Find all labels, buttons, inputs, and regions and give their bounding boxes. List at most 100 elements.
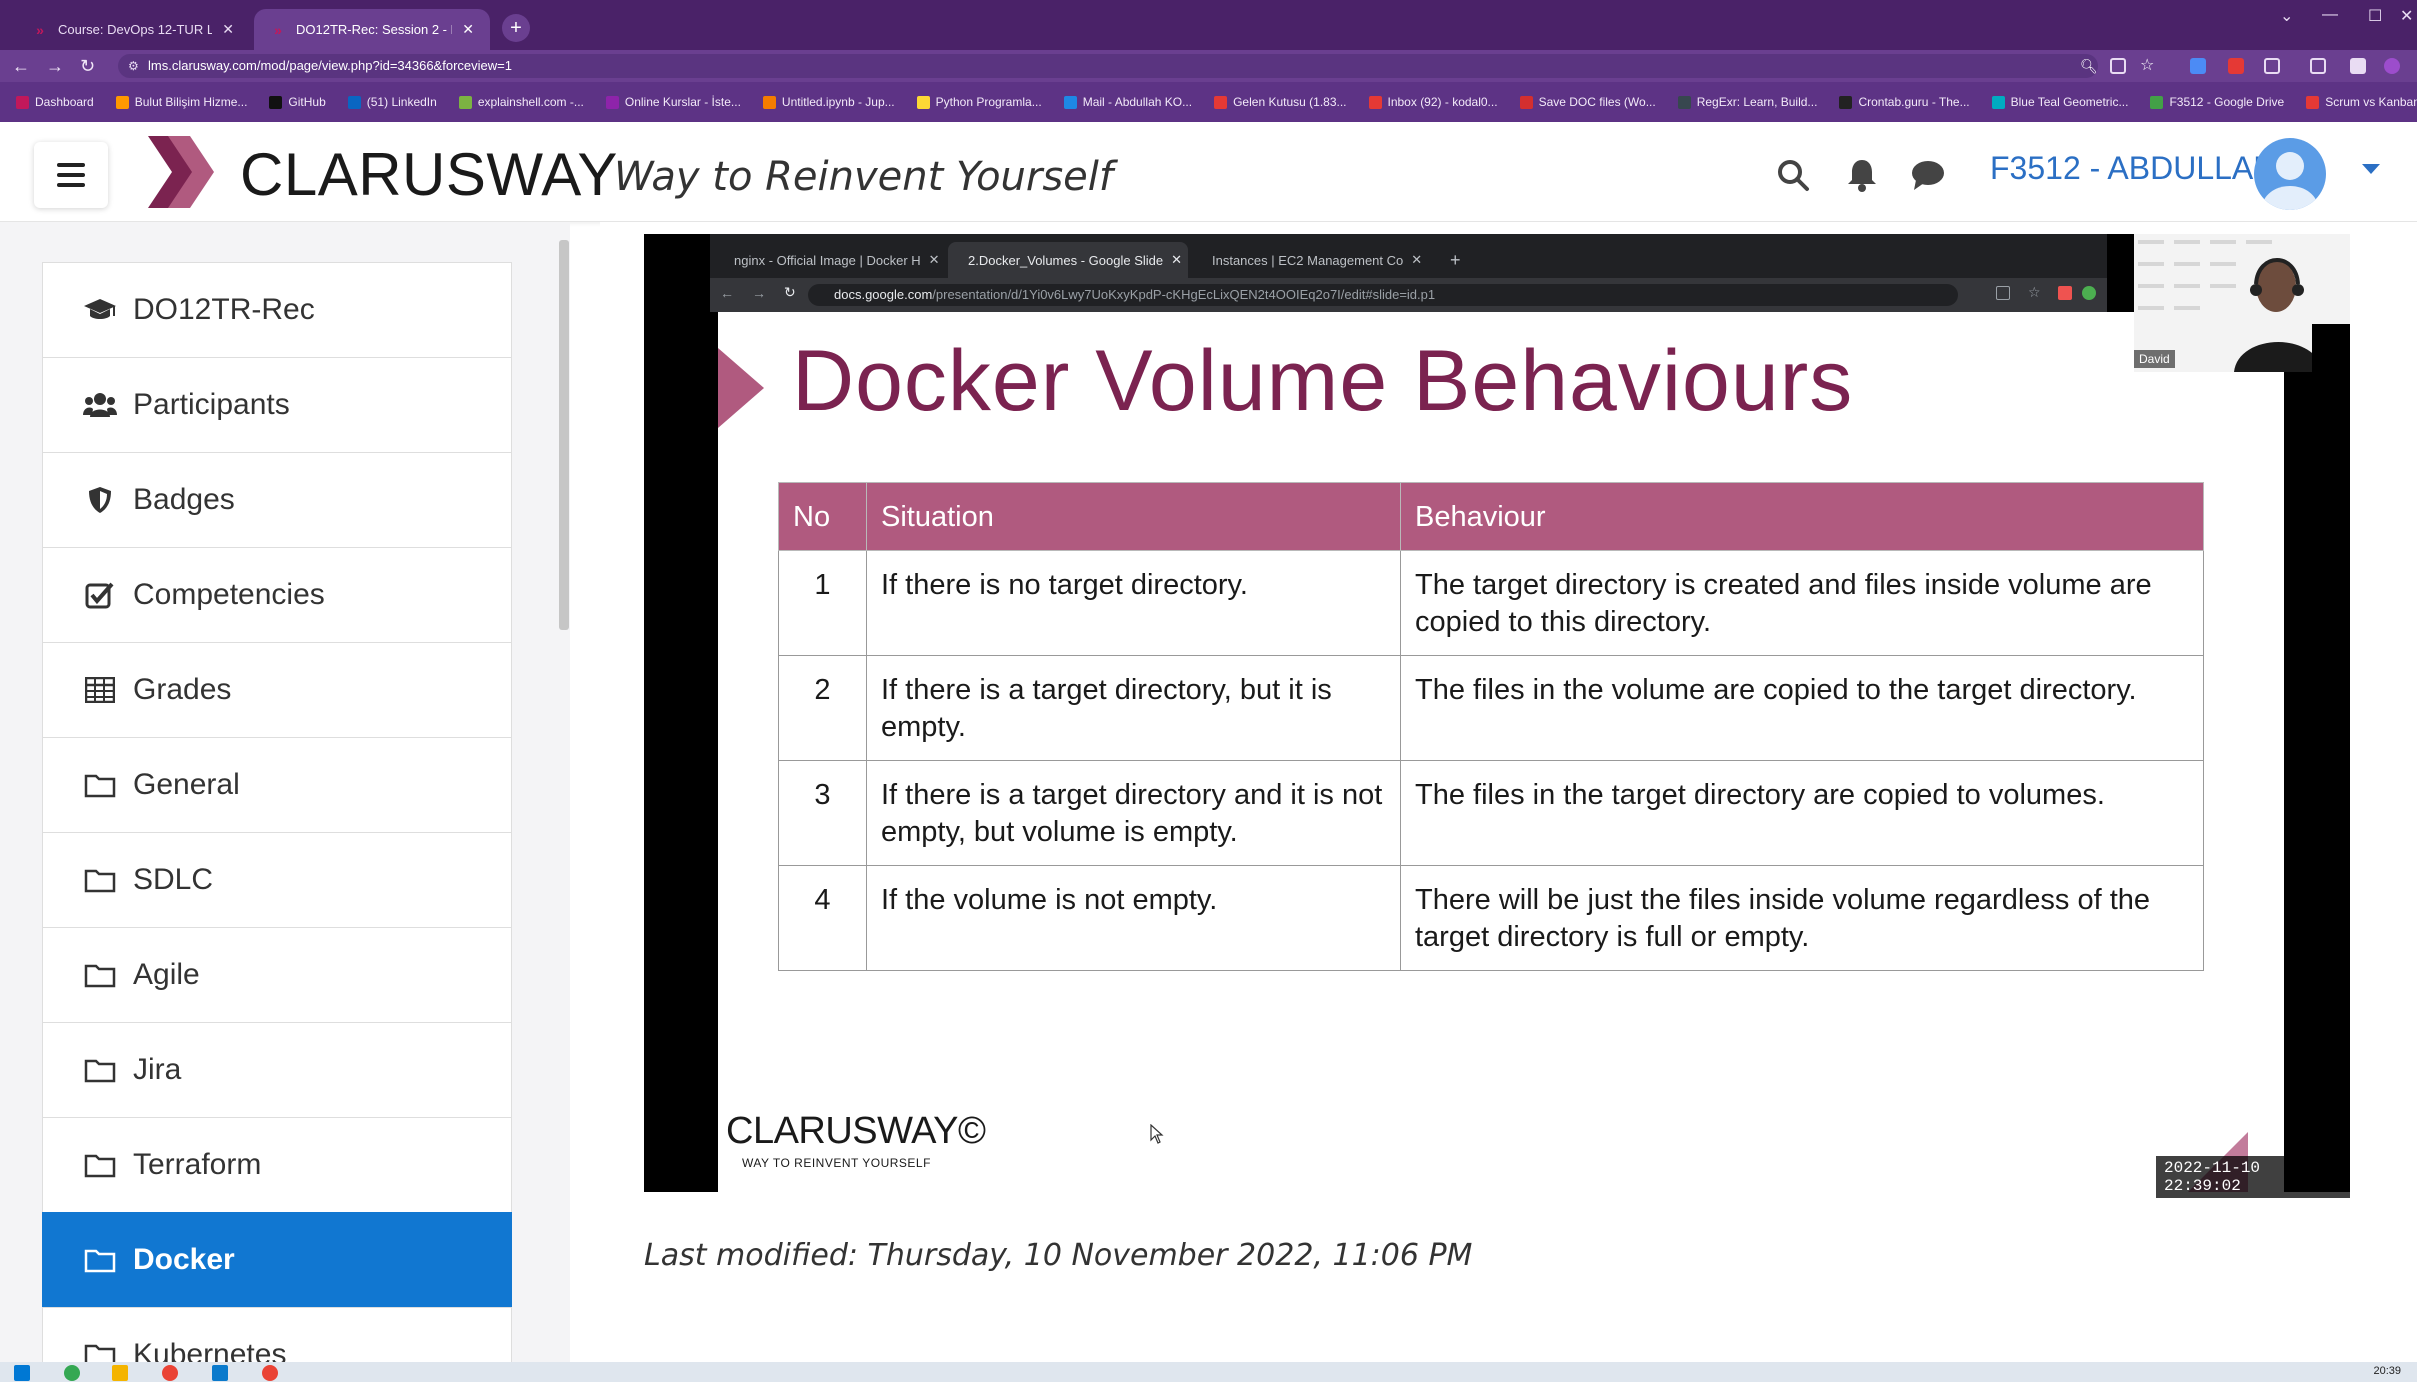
folder-icon <box>83 1150 117 1180</box>
sidebar-item-competencies[interactable]: Competencies <box>42 547 512 642</box>
clarusway-logo-icon[interactable] <box>144 134 216 210</box>
forward-icon[interactable]: → <box>46 56 64 77</box>
avatar-person-icon <box>2262 152 2318 210</box>
bookmark[interactable]: GitHub <box>269 95 326 109</box>
browser-tab-course[interactable]: » Course: DevOps 12-TUR Learni ✕ <box>16 9 250 50</box>
bell-icon[interactable] <box>1846 158 1878 192</box>
sidebar-item-course-home[interactable]: DO12TR-Rec <box>42 262 512 357</box>
new-tab-button[interactable]: + <box>502 14 530 42</box>
brand-name: CLARUSWAY <box>240 141 618 208</box>
bookmark[interactable]: Untitled.ipynb - Jup... <box>762 95 895 109</box>
bookmark[interactable]: Blue Teal Geometric... <box>1991 95 2128 109</box>
sidebar-item-jira[interactable]: Jira <box>42 1022 512 1117</box>
bookmark-favicon-icon <box>1677 95 1691 109</box>
participant-name-label: David <box>2134 350 2175 368</box>
tab-title: DO12TR-Rec: Session 2 - Docke <box>296 22 452 37</box>
folder-icon <box>83 1245 117 1275</box>
reading-list-icon[interactable] <box>2310 58 2326 74</box>
sidebar-item-badges[interactable]: Badges <box>42 452 512 547</box>
puzzle-extensions-icon[interactable] <box>2264 58 2280 74</box>
vscode-icon[interactable] <box>212 1365 228 1381</box>
checkbox-icon <box>83 580 117 610</box>
sidebar-item-participants[interactable]: Participants <box>42 357 512 452</box>
bookmark[interactable]: Bulut Bilişim Hizme... <box>115 95 247 109</box>
close-window-icon[interactable]: ✕ <box>2400 6 2413 26</box>
cell-no: 2 <box>778 655 867 761</box>
close-tab-icon[interactable]: ✕ <box>462 21 474 38</box>
recording-timestamp: 2022-11-10 22:39:02 <box>2156 1156 2350 1198</box>
sidebar-item-general[interactable]: General <box>42 737 512 832</box>
chrome-icon[interactable] <box>262 1365 278 1381</box>
folder-icon <box>83 770 117 800</box>
bookmark-favicon-icon <box>1839 95 1853 109</box>
user-avatar[interactable] <box>2254 138 2326 210</box>
bookmark[interactable]: Mail - Abdullah KO... <box>1063 95 1192 109</box>
back-icon: ← <box>720 285 734 301</box>
chrome-icon[interactable] <box>162 1365 178 1381</box>
tab-title: Course: DevOps 12-TUR Learni <box>58 22 213 37</box>
minimize-icon[interactable]: — <box>2322 6 2338 24</box>
site-info-icon[interactable]: ⚙ <box>128 54 139 78</box>
cell-no: 3 <box>778 760 867 866</box>
search-icon[interactable] <box>1776 158 1810 192</box>
sidebar-item-sdlc[interactable]: SDLC <box>42 832 512 927</box>
bookmark[interactable]: Python Programla... <box>916 95 1042 109</box>
bookmark[interactable]: Gelen Kutusu (1.83... <box>1214 95 1347 109</box>
bookmark[interactable]: Online Kurslar - İste... <box>605 95 741 109</box>
sidebar-item-docker[interactable]: Docker <box>42 1212 512 1307</box>
sidebar-item-kubernetes[interactable]: Kubernetes <box>42 1307 512 1362</box>
translate-extension-icon[interactable] <box>2190 58 2206 74</box>
file-explorer-icon[interactable] <box>112 1365 128 1381</box>
clarusway-favicon-icon: » <box>36 21 44 38</box>
bookmark[interactable]: Scrum vs Kanban |... <box>2306 95 2417 109</box>
extension-icon <box>2082 286 2096 300</box>
bookmark[interactable]: Save DOC files (Wo... <box>1519 95 1656 109</box>
bookmark-favicon-icon <box>605 95 619 109</box>
table-header-row: No Situation Behaviour <box>778 482 2204 551</box>
drive-icon <box>2150 95 2164 109</box>
bookmark[interactable]: (51) LinkedIn <box>347 95 437 109</box>
bookmark[interactable]: Inbox (92) - kodal0... <box>1368 95 1498 109</box>
extension-icon[interactable] <box>2228 58 2244 74</box>
bookmark-star-icon[interactable]: ☆ <box>2140 55 2156 74</box>
table-icon <box>83 675 117 705</box>
back-icon[interactable]: ← <box>12 56 30 77</box>
close-tab-icon: ✕ <box>928 252 940 267</box>
app-icon[interactable] <box>64 1365 80 1381</box>
tab-search-icon[interactable]: ⌄ <box>2280 6 2293 26</box>
sidebar-item-terraform[interactable]: Terraform <box>42 1117 512 1212</box>
profile-icon[interactable] <box>2384 58 2400 74</box>
zoom-icon[interactable]: 🔍︎ <box>2080 58 2098 74</box>
sidebar-scrollbar[interactable] <box>556 228 570 1358</box>
mouse-cursor-icon <box>1150 1124 1164 1144</box>
cell-no: 4 <box>778 865 867 971</box>
sidebar-item-grades[interactable]: Grades <box>42 642 512 737</box>
sidebar-item-agile[interactable]: Agile <box>42 927 512 1022</box>
bookmark[interactable]: Dashboard <box>16 95 94 109</box>
sidebar-item-label: DO12TR-Rec <box>133 293 315 326</box>
url-input[interactable]: ⚙ lms.clarusway.com/mod/page/view.php?id… <box>118 54 2098 78</box>
sidebar-scrollbar-thumb[interactable] <box>559 240 569 630</box>
close-tab-icon[interactable]: ✕ <box>222 21 234 38</box>
cell-behaviour: The files in the target directory are co… <box>1400 760 2204 866</box>
share-icon[interactable] <box>2110 58 2126 74</box>
folder-icon <box>83 960 117 990</box>
embedded-video-frame[interactable]: nginx - Official Image | Docker H ✕ 2.Do… <box>644 234 2350 1198</box>
reload-icon[interactable]: ↻ <box>80 56 95 77</box>
maximize-icon[interactable]: ☐ <box>2368 6 2382 26</box>
browser-tab-session[interactable]: » DO12TR-Rec: Session 2 - Docke ✕ <box>254 9 490 50</box>
side-panel-icon[interactable] <box>2350 58 2366 74</box>
site-header: CLARUSWAY Way to Reinvent Yourself F3512… <box>0 122 2417 222</box>
bookmark[interactable]: Crontab.guru - The... <box>1839 95 1970 109</box>
table-row: 1 If there is no target directory. The t… <box>778 550 2204 656</box>
sidebar-item-label: SDLC <box>133 863 214 896</box>
menu-toggle-button[interactable] <box>34 142 108 208</box>
course-nav-list: DO12TR-Rec Participants Badges Competenc… <box>42 262 512 1362</box>
bookmark[interactable]: RegExr: Learn, Build... <box>1677 95 1817 109</box>
user-menu-caret-icon[interactable] <box>2362 164 2380 174</box>
bookmark[interactable]: explainshell.com -... <box>458 95 584 109</box>
chat-icon[interactable] <box>1910 158 1946 192</box>
start-icon[interactable] <box>14 1365 30 1381</box>
bookmark[interactable]: F3512 - Google Drive <box>2150 95 2284 109</box>
user-name[interactable]: F3512 - ABDULLAH <box>1990 150 2276 187</box>
